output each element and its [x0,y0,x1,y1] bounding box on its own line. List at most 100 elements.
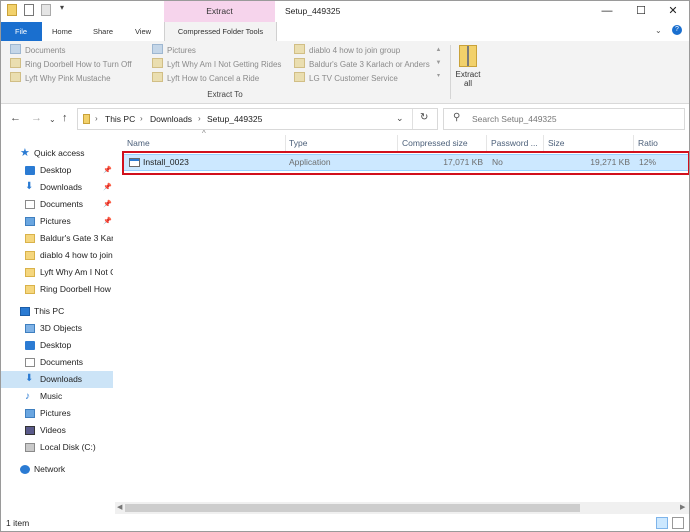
breadcrumb-setup-folder[interactable]: Setup_449325 [207,109,262,129]
column-header-ratio[interactable]: Ratio [638,135,658,151]
extract-destination-item[interactable]: Lyft How to Cancel a Ride [152,72,259,85]
forward-arrow-icon[interactable]: → [31,111,42,125]
extract-destination-item[interactable]: diablo 4 how to join group [294,44,400,57]
address-dropdown-icon[interactable]: ⌄ [396,113,404,124]
folder-icon [25,234,35,243]
large-icons-view-icon[interactable] [672,517,684,529]
extract-destination-item[interactable]: Lyft Why Pink Mustache [10,72,111,85]
scrollbar-thumb[interactable] [125,504,580,512]
address-bar[interactable]: › This PC › Downloads › Setup_449325 ⌄ ↻ [77,108,438,130]
nav-item-recent-folder[interactable]: Baldur's Gate 3 Karlach [0,230,113,247]
nav-item-desktop[interactable]: Desktop 📌 [0,162,113,179]
nav-item-music[interactable]: ♪ Music [0,388,113,405]
column-divider[interactable] [633,135,634,151]
refresh-icon[interactable]: ↻ [420,112,428,123]
folder-icon [152,72,163,82]
extract-destination-item[interactable]: Ring Doorbell How to Turn Off [10,58,132,71]
drive-icon [25,443,35,452]
nav-quick-access[interactable]: ★ Quick access [0,145,113,162]
nav-item-recent-folder[interactable]: diablo 4 how to join [0,247,113,264]
nav-item-downloads[interactable]: ⬇ Downloads 📌 [0,179,113,196]
scroll-left-icon[interactable]: ◀ [117,502,122,514]
gallery-more-icon[interactable]: ▾ [434,70,443,83]
application-icon [129,158,140,167]
gallery-up-icon[interactable]: ▲ [434,44,443,57]
extract-destination-item[interactable]: Pictures [152,44,196,57]
video-icon [25,426,35,435]
pictures-icon [152,44,163,54]
nav-item-3d-objects[interactable]: 3D Objects [0,320,113,337]
file-password: No [492,157,503,167]
column-header-compressed-size[interactable]: Compressed size [402,135,468,151]
pin-icon[interactable]: 📌 [103,179,112,196]
minimize-button[interactable]: — [590,0,624,22]
help-icon[interactable]: ? [672,25,682,35]
quick-access-dropdown-icon[interactable]: ▾ [60,3,64,12]
recent-locations-icon[interactable]: ⌄ [49,113,56,127]
close-button[interactable]: ✕ [656,0,690,22]
column-header-size[interactable]: Size [548,135,565,151]
tab-file[interactable]: File [0,22,42,41]
nav-item-documents[interactable]: Documents 📌 [0,196,113,213]
up-arrow-icon[interactable]: ↑ [62,111,68,125]
search-input[interactable]: Search Setup_449325 [472,109,557,129]
nav-item-local-disk[interactable]: Local Disk (C:) [0,439,113,456]
breadcrumb-this-pc[interactable]: This PC [105,109,135,129]
extract-destination-item[interactable]: Documents [10,44,65,57]
music-icon: ♪ [25,391,30,402]
nav-item-videos[interactable]: Videos [0,422,113,439]
breadcrumb-separator-icon: › [140,114,143,123]
address-divider [412,109,413,129]
maximize-button[interactable]: ☐ [624,0,658,22]
pin-icon[interactable]: 📌 [103,162,112,179]
tab-view[interactable]: View [126,22,160,41]
documents-icon [25,358,35,367]
nav-item-downloads-selected[interactable]: ⬇ Downloads [0,371,113,388]
horizontal-scrollbar[interactable]: ◀ ▶ [115,502,690,514]
network-icon [20,465,30,474]
zip-folder-icon[interactable] [7,4,17,16]
properties-icon[interactable] [24,4,34,16]
pin-icon[interactable]: 📌 [103,213,112,230]
nav-item-desktop[interactable]: Desktop [0,337,113,354]
nav-this-pc[interactable]: This PC [0,303,113,320]
nav-network[interactable]: Network [0,461,113,478]
extract-destination-item[interactable]: Lyft Why Am I Not Getting Rides [152,58,281,71]
breadcrumb-downloads[interactable]: Downloads [150,109,192,129]
scroll-right-icon[interactable]: ▶ [680,502,685,514]
nav-item-pictures[interactable]: Pictures [0,405,113,422]
tab-home[interactable]: Home [44,22,80,41]
details-view-icon[interactable] [656,517,668,529]
extract-destination-item[interactable]: LG TV Customer Service [294,72,398,85]
table-row[interactable]: Install_0023 Application 17,071 KB No 19… [123,154,689,171]
pictures-icon [25,409,35,418]
extract-destination-item[interactable]: Baldur's Gate 3 Karlach or Anders [294,58,430,71]
tab-compressed-folder-tools[interactable]: Compressed Folder Tools [164,22,277,42]
file-list: ^ Name Type Compressed size Password ...… [115,129,690,512]
folder-icon [25,285,35,294]
back-arrow-icon[interactable]: ← [10,111,21,125]
nav-item-recent-folder[interactable]: Lyft Why Am I Not G [0,264,113,281]
column-divider[interactable] [397,135,398,151]
gallery-down-icon[interactable]: ▼ [434,57,443,70]
collapse-ribbon-icon[interactable]: ⌄ [655,26,662,35]
column-header-password[interactable]: Password ... [491,135,538,151]
file-ratio: 12% [639,157,657,167]
extract-all-button[interactable]: Extract all [452,44,484,92]
new-folder-icon[interactable] [41,4,51,16]
column-divider[interactable] [543,135,544,151]
breadcrumb-separator-icon: › [95,114,98,123]
nav-item-recent-folder[interactable]: Ring Doorbell How [0,281,113,298]
search-box[interactable]: ⚲ Search Setup_449325 [443,108,685,130]
folder-icon [10,72,21,82]
column-divider[interactable] [285,135,286,151]
column-divider[interactable] [486,135,487,151]
folder-icon [25,251,35,260]
gallery-scroll[interactable]: ▲ ▼ ▾ [434,44,443,84]
column-header-name[interactable]: Name [127,135,150,151]
nav-item-pictures[interactable]: Pictures 📌 [0,213,113,230]
pin-icon[interactable]: 📌 [103,196,112,213]
column-header-type[interactable]: Type [289,135,307,151]
nav-item-documents[interactable]: Documents [0,354,113,371]
tab-share[interactable]: Share [84,22,122,41]
